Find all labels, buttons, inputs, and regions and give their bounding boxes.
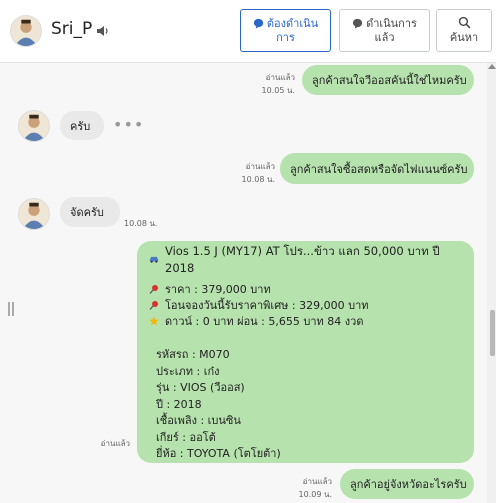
spec-item: ปี : 2018: [156, 397, 202, 411]
outgoing-message[interactable]: ลูกค้าอยู่จังหวัดอะไรครับ: [340, 469, 474, 499]
avatar-photo: [19, 111, 49, 141]
contact-avatar[interactable]: [18, 110, 50, 142]
spec-item: รหัสรถ : M070: [156, 348, 230, 361]
message-time: 10.08 น.: [124, 219, 158, 228]
outgoing-message[interactable]: ลูกค้าสนใจซื้อสดหรือจัดไฟแนนซ์ครับ: [280, 153, 474, 184]
price-row: ราคา : 379,000 บาท: [149, 281, 462, 297]
contact-avatar[interactable]: [18, 198, 50, 230]
done-button[interactable]: ดำเนินการ แล้ว: [339, 9, 430, 52]
speaker-icon[interactable]: [96, 24, 110, 38]
user-avatar[interactable]: [10, 15, 42, 47]
chat-bubble-icon: [253, 18, 263, 29]
down-payment-row: ดาวน์ : 0 บาท ผ่อน : 5,655 บาท 84 งวด: [149, 313, 462, 329]
spec-item: ยี่ห้อ : TOYOTA (โตโยต้า): [156, 447, 281, 460]
avatar-photo: [19, 199, 49, 229]
message-time: 10.05 น.: [261, 86, 295, 95]
more-dots-icon[interactable]: •••: [113, 115, 144, 134]
promo-row: โอนจองวันนี้รับราคาพิเศษ : 329,000 บาท: [149, 297, 462, 313]
done-label-2: แล้ว: [374, 30, 395, 44]
todo-label-1: ต้องดำเนิน: [266, 16, 319, 30]
message-text: ลูกค้าสนใจซื้อสดหรือจัดไฟแนนซ์ครับ: [290, 162, 468, 176]
chat-bubble-icon: [352, 18, 363, 29]
read-receipt: อ่านแล้ว: [265, 73, 295, 82]
chat-header: Sri_P ต้องดำเนิน การ ดำเนินการ แล้ว ค้นห…: [0, 0, 496, 63]
pushpin-icon: [149, 301, 158, 310]
avatar-photo: [11, 16, 41, 46]
outgoing-message[interactable]: ลูกค้าสนใจวีออสคันนี้ใช่ไหมครับ: [302, 65, 474, 95]
read-receipt: อ่านแล้ว: [302, 477, 332, 486]
message-text: จัดครับ: [70, 206, 104, 219]
spec-list: รหัสรถ : M070 ประเภท : เก๋ง รุ่น : VIOS …: [149, 347, 462, 463]
spec-item: เกียร์ : ออโต้: [156, 430, 216, 444]
todo-label-2: การ: [276, 30, 295, 44]
spec-item: รุ่น : VIOS (วีออส): [156, 381, 245, 394]
message-time: 10.09 น.: [298, 490, 332, 499]
read-receipt: อ่านแล้ว: [100, 439, 130, 448]
done-label-1: ดำเนินการ: [366, 16, 417, 30]
search-icon: [458, 16, 470, 29]
down-payment-text: ดาวน์ : 0 บาท ผ่อน : 5,655 บาท 84 งวด: [165, 315, 364, 328]
read-receipt: อ่านแล้ว: [245, 162, 275, 171]
search-label: ค้นหา: [449, 31, 479, 44]
spec-item: เชื้อเพลิง : เบนซิน: [156, 414, 241, 427]
search-button[interactable]: ค้นหา: [436, 9, 492, 52]
incoming-message[interactable]: จัดครับ: [60, 197, 120, 227]
incoming-message[interactable]: ครับ: [60, 111, 104, 140]
car-listing-card[interactable]: Vios 1.5 J (MY17) AT โปร...ข้าว แลก 50,0…: [137, 241, 474, 463]
scroll-up-arrow[interactable]: [488, 64, 496, 69]
card-title-row: Vios 1.5 J (MY17) AT โปร...ข้าว แลก 50,0…: [149, 244, 462, 275]
car-icon: [149, 256, 159, 263]
spec-item: ประเภท : เก๋ง: [156, 364, 220, 378]
scrollbar[interactable]: [487, 63, 496, 503]
todo-button[interactable]: ต้องดำเนิน การ: [240, 9, 331, 52]
scrollbar-thumb[interactable]: [490, 310, 495, 356]
user-name: Sri_P: [51, 19, 93, 39]
card-title: Vios 1.5 J (MY17) AT โปร...ข้าว แลก 50,0…: [165, 244, 440, 275]
message-text: ลูกค้าอยู่จังหวัดอะไรครับ: [350, 478, 467, 491]
star-icon: [149, 316, 159, 326]
message-text: ครับ: [70, 119, 91, 133]
pushpin-icon: [149, 285, 158, 294]
message-text: ลูกค้าสนใจวีออสคันนี้ใช่ไหมครับ: [312, 74, 467, 87]
panel-resize-handle[interactable]: [8, 302, 14, 316]
message-time: 10.08 น.: [241, 175, 275, 184]
